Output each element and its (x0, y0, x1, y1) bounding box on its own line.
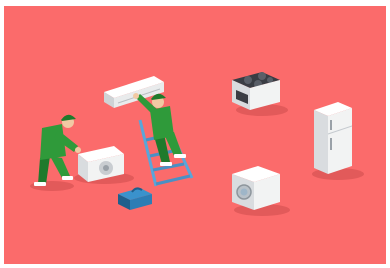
refrigerator (312, 102, 364, 180)
technician-kneeling (30, 114, 81, 191)
washing-machine (232, 166, 290, 216)
image-frame (0, 0, 390, 268)
illustration-svg (30, 72, 364, 216)
illustration-panel (4, 6, 386, 264)
air-conditioner-outdoor-unit (74, 146, 134, 184)
electric-stove (232, 72, 288, 116)
toolbox (118, 187, 152, 210)
